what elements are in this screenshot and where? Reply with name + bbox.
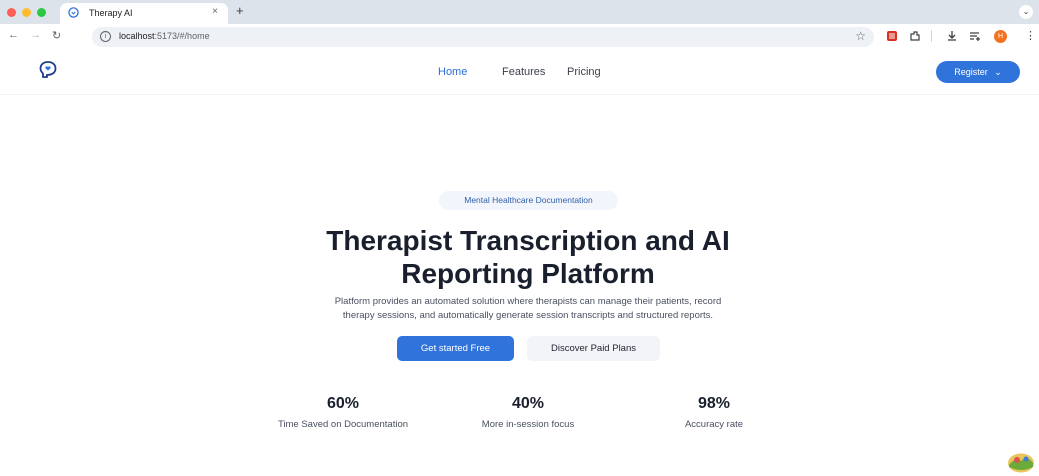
register-button[interactable]: Register ⌄ [936, 61, 1020, 83]
bookmark-star-icon[interactable]: ☆ [855, 29, 866, 43]
stat-label: Accuracy rate [684, 419, 744, 430]
address-bar[interactable]: i localhost:5173/#/home ☆ [92, 27, 874, 47]
hero-subtitle-line-1: Platform provides an automated solution … [334, 296, 722, 307]
browser-tab[interactable]: Therapy AI × [60, 3, 228, 24]
stat-accuracy: 98% Accuracy rate [614, 394, 814, 430]
browser-tab-strip: Therapy AI × + ⌄ [0, 0, 1039, 24]
chevron-down-icon: ⌄ [994, 67, 1002, 77]
discover-plans-button[interactable]: Discover Paid Plans [527, 336, 660, 361]
back-arrow-icon[interactable]: ← [8, 29, 19, 41]
extension-red-icon[interactable] [886, 30, 898, 42]
browser-menu-icon[interactable]: ⋮ [1025, 29, 1036, 42]
hero-title-line-1: Therapist Transcription and AI [326, 225, 730, 256]
stat-label: More in-session focus [481, 419, 575, 430]
window-minimize-button[interactable] [22, 8, 31, 17]
nav-link-pricing[interactable]: Pricing [567, 66, 601, 78]
tab-close-icon[interactable]: × [212, 6, 218, 17]
reload-icon[interactable]: ↻ [52, 29, 61, 42]
stat-documentation: 60% Time Saved on Documentation [243, 394, 443, 430]
toolbar-divider [931, 30, 932, 42]
reading-list-icon[interactable] [969, 30, 981, 42]
browser-toolbar: ← → ↻ i localhost:5173/#/home ☆ [0, 24, 1039, 50]
nav-link-features[interactable]: Features [502, 66, 545, 78]
nav-link-home[interactable]: Home [438, 66, 467, 78]
tab-title: Therapy AI [89, 8, 133, 18]
brain-logo-icon[interactable] [38, 60, 58, 80]
get-started-button[interactable]: Get started Free [397, 336, 514, 361]
extensions-puzzle-icon[interactable] [909, 30, 921, 42]
window-close-button[interactable] [7, 8, 16, 17]
download-icon[interactable] [946, 30, 958, 42]
hero-subtitle: Platform provides an automated solution … [270, 295, 786, 323]
register-button-label: Register [954, 67, 988, 77]
app-navbar: Home Features Pricing Register ⌄ [0, 50, 1039, 95]
stat-session-focus: 40% More in-session focus [428, 394, 628, 430]
hero-title-line-2: Reporting Platform [401, 258, 655, 289]
site-info-icon[interactable]: i [100, 31, 111, 42]
stat-value: 98% [697, 395, 731, 412]
tab-search-icon[interactable]: ⌄ [1019, 5, 1033, 19]
forward-arrow-icon[interactable]: → [30, 29, 41, 41]
window-maximize-button[interactable] [37, 8, 46, 17]
tab-favicon-icon [68, 7, 79, 18]
stat-value: 40% [511, 395, 545, 412]
hero-badge: Mental Healthcare Documentation [439, 191, 618, 210]
hero-subtitle-line-2: therapy sessions, and automatically gene… [342, 310, 714, 321]
hero-title: Therapist Transcription and AI Reporting… [200, 224, 856, 290]
stat-label: Time Saved on Documentation [277, 419, 409, 430]
chat-widget-icon[interactable] [1007, 451, 1035, 473]
url-text: localhost:5173/#/home [119, 31, 210, 41]
profile-avatar[interactable]: H [994, 30, 1007, 43]
stat-value: 60% [326, 395, 360, 412]
new-tab-button[interactable]: + [236, 3, 244, 18]
